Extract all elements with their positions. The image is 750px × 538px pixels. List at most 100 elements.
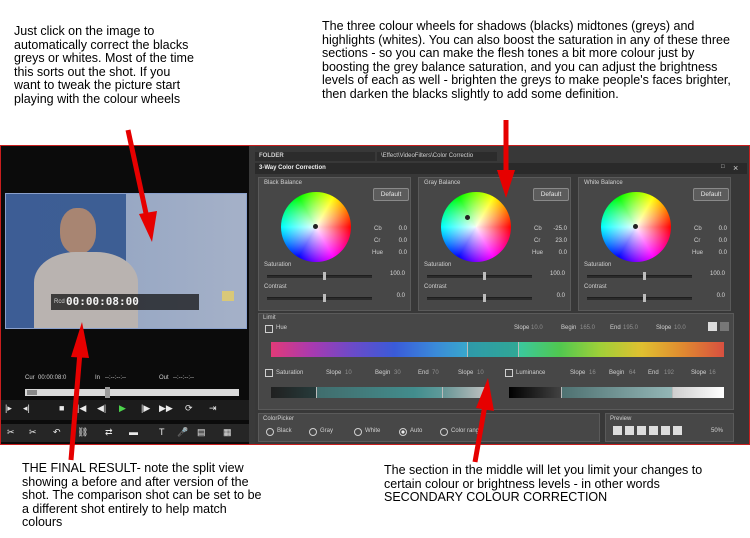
color-wheel[interactable] [601, 192, 671, 262]
hue-slope1-value[interactable]: 10.0 [531, 325, 543, 331]
sat-end-value[interactable]: 70 [432, 370, 439, 376]
default-button[interactable]: Default [533, 188, 569, 201]
step-back-icon[interactable]: ◀| [97, 403, 106, 414]
saturation-slider[interactable] [267, 272, 372, 280]
contrast-value[interactable]: 0.0 [543, 293, 565, 299]
hue-range-bar[interactable] [271, 342, 724, 357]
slider-thumb[interactable] [643, 294, 646, 302]
preview-pencil-icon[interactable] [613, 426, 622, 435]
folder-tab[interactable]: FOLDER [255, 152, 375, 161]
wheel-marker[interactable] [465, 215, 470, 220]
hue-begin-value[interactable]: 165.0 [580, 325, 595, 331]
luminance-checkbox[interactable] [505, 369, 513, 377]
cb-value[interactable]: 0.0 [385, 226, 407, 232]
preview-full-icon[interactable] [673, 426, 682, 435]
preview-split-left-icon[interactable] [625, 426, 634, 435]
sat-slope1-value[interactable]: 10 [345, 370, 352, 376]
cr-value[interactable]: 23.0 [545, 238, 567, 244]
mark-out-icon[interactable]: ◂| [23, 403, 30, 414]
saturation-slider[interactable] [587, 272, 692, 280]
slider-thumb[interactable] [323, 272, 326, 280]
stop-icon[interactable]: ■ [59, 403, 64, 413]
grid-icon[interactable]: ▦ [223, 427, 232, 438]
hue-value[interactable]: 0.0 [705, 250, 727, 256]
radio-auto[interactable] [399, 428, 407, 436]
color-wheel[interactable] [281, 192, 351, 262]
timeline-scrubber[interactable] [25, 387, 239, 398]
undo-icon[interactable]: ↶ [53, 427, 61, 438]
saturation-checkbox[interactable] [265, 369, 273, 377]
annotation-final-result: THE FINAL RESULT- note the split view sh… [22, 461, 262, 529]
lum-slope2-value[interactable]: 16 [709, 370, 716, 376]
balance-title: Gray Balance [424, 180, 461, 186]
contrast-slider[interactable] [267, 294, 372, 302]
color-wheel[interactable] [441, 192, 511, 262]
contrast-slider[interactable] [427, 294, 532, 302]
text-tool-icon[interactable]: T [159, 427, 165, 437]
wheel-marker[interactable] [633, 224, 638, 229]
microphone-icon[interactable]: 🎤 [177, 427, 188, 438]
hue-value[interactable]: 0.0 [545, 250, 567, 256]
radio-gray[interactable] [309, 428, 317, 436]
zoom-handle[interactable] [27, 390, 37, 395]
lum-begin-value[interactable]: 64 [629, 370, 636, 376]
contrast-slider[interactable] [587, 294, 692, 302]
default-button[interactable]: Default [373, 188, 409, 201]
close-icon[interactable]: × [733, 163, 738, 173]
insert-icon[interactable]: ⇥ [209, 403, 217, 414]
saturation-value[interactable]: 100.0 [703, 271, 725, 277]
export-icon[interactable]: ▤ [197, 427, 206, 438]
link-icon[interactable]: ⛓ [77, 427, 88, 438]
step-forward-icon[interactable]: |▶ [141, 403, 150, 414]
loop-icon[interactable]: ⟳ [185, 403, 193, 414]
contrast-value[interactable]: 0.0 [383, 293, 405, 299]
limit-view-button-2[interactable] [720, 322, 729, 331]
slider-thumb[interactable] [483, 294, 486, 302]
luminance-selection[interactable] [561, 387, 673, 398]
slider-thumb[interactable] [643, 272, 646, 280]
play-icon[interactable]: ▶ [119, 403, 126, 414]
saturation-range-bar[interactable] [271, 387, 486, 398]
maximize-icon[interactable]: □ [721, 164, 725, 170]
hue-end-value[interactable]: 195.0 [623, 325, 638, 331]
preview-split-right-icon[interactable] [637, 426, 646, 435]
default-button[interactable]: Default [693, 188, 729, 201]
trim-icon[interactable]: ✂ [29, 427, 37, 438]
fast-forward-icon[interactable]: ▶▶ [159, 403, 173, 414]
limit-view-button-1[interactable] [708, 322, 717, 331]
mark-in-icon[interactable]: |▸ [5, 403, 12, 414]
lum-slope1-value[interactable]: 16 [589, 370, 596, 376]
saturation-slider[interactable] [427, 272, 532, 280]
cb-value[interactable]: 0.0 [705, 226, 727, 232]
hue-slope2-value[interactable]: 10.0 [674, 325, 686, 331]
sat-slope2-value[interactable]: 10 [477, 370, 484, 376]
wheel-marker[interactable] [313, 224, 318, 229]
rewind-icon[interactable]: |◀ [77, 403, 86, 414]
preview-split-bottom-icon[interactable] [661, 426, 670, 435]
cb-value[interactable]: -25.0 [545, 226, 567, 232]
saturation-selection[interactable] [316, 387, 443, 398]
saturation-value[interactable]: 100.0 [543, 271, 565, 277]
marker-icon[interactable]: ▬ [129, 427, 138, 437]
contrast-value[interactable]: 0.0 [703, 293, 725, 299]
radio-black[interactable] [266, 428, 274, 436]
scrubber-handle[interactable] [105, 387, 110, 398]
radio-color-range[interactable] [440, 428, 448, 436]
lum-end-value[interactable]: 192 [664, 370, 674, 376]
preview-zoom[interactable]: 50% [711, 428, 723, 434]
luminance-range-bar[interactable] [509, 387, 724, 398]
cr-value[interactable]: 0.0 [385, 238, 407, 244]
hue-selection[interactable] [467, 342, 519, 357]
ripple-icon[interactable]: ⇄ [105, 427, 113, 438]
cut-icon[interactable]: ✂ [7, 427, 15, 438]
cr-value[interactable]: 0.0 [705, 238, 727, 244]
hue-checkbox[interactable] [265, 325, 273, 333]
slider-thumb[interactable] [483, 272, 486, 280]
saturation-value[interactable]: 100.0 [383, 271, 405, 277]
hue-value[interactable]: 0.0 [385, 250, 407, 256]
radio-white[interactable] [354, 428, 362, 436]
slider-thumb[interactable] [323, 294, 326, 302]
sat-begin-label: Begin [375, 370, 391, 376]
preview-split-top-icon[interactable] [649, 426, 658, 435]
sat-begin-value[interactable]: 30 [394, 370, 401, 376]
